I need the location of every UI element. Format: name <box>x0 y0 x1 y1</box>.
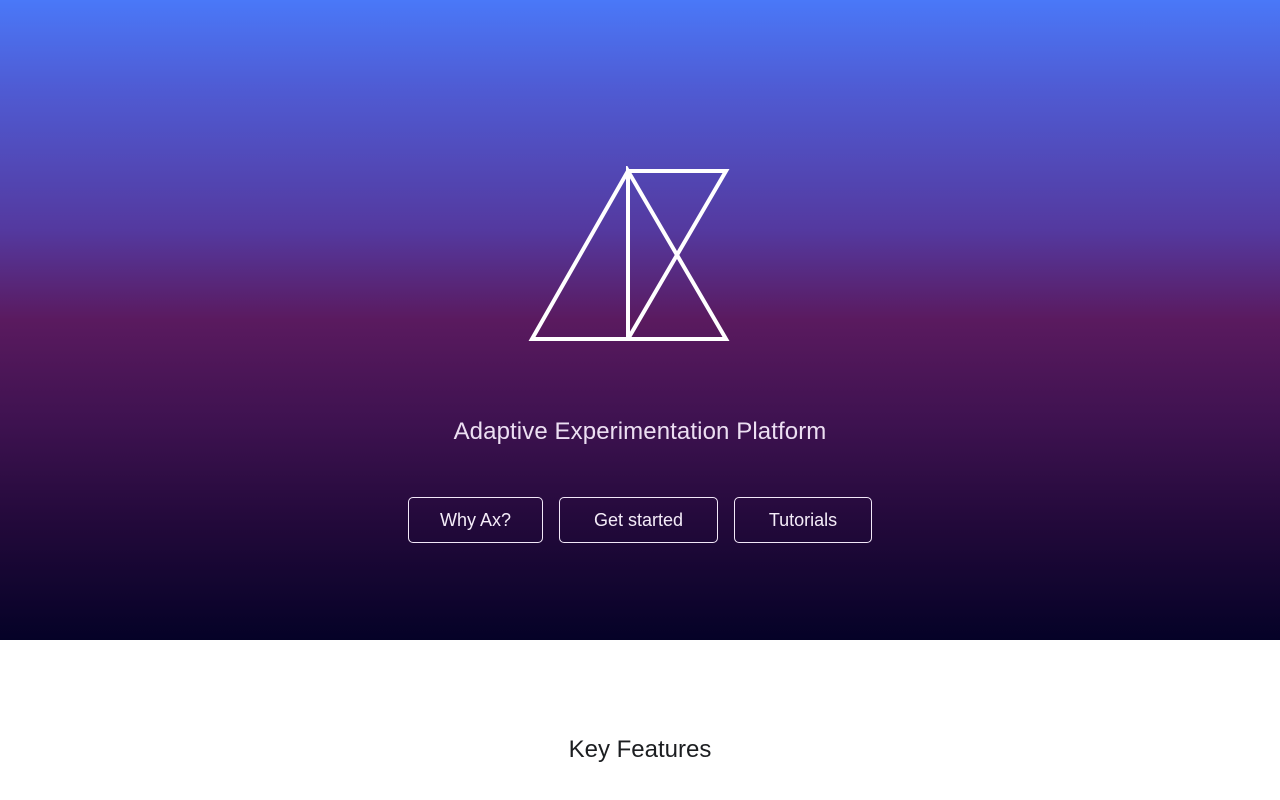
hero-tagline: Adaptive Experimentation Platform <box>453 418 827 445</box>
ax-logo-icon <box>527 166 733 344</box>
get-started-button[interactable]: Get started <box>559 497 718 543</box>
why-ax-button[interactable]: Why Ax? <box>408 497 543 543</box>
features-heading: Key Features <box>568 736 712 763</box>
hero-button-row: Why Ax? Get started Tutorials <box>408 497 872 543</box>
hero-section: Adaptive Experimentation Platform Why Ax… <box>0 0 1280 640</box>
features-section: Key Features <box>0 640 1280 800</box>
tutorials-button[interactable]: Tutorials <box>734 497 872 543</box>
